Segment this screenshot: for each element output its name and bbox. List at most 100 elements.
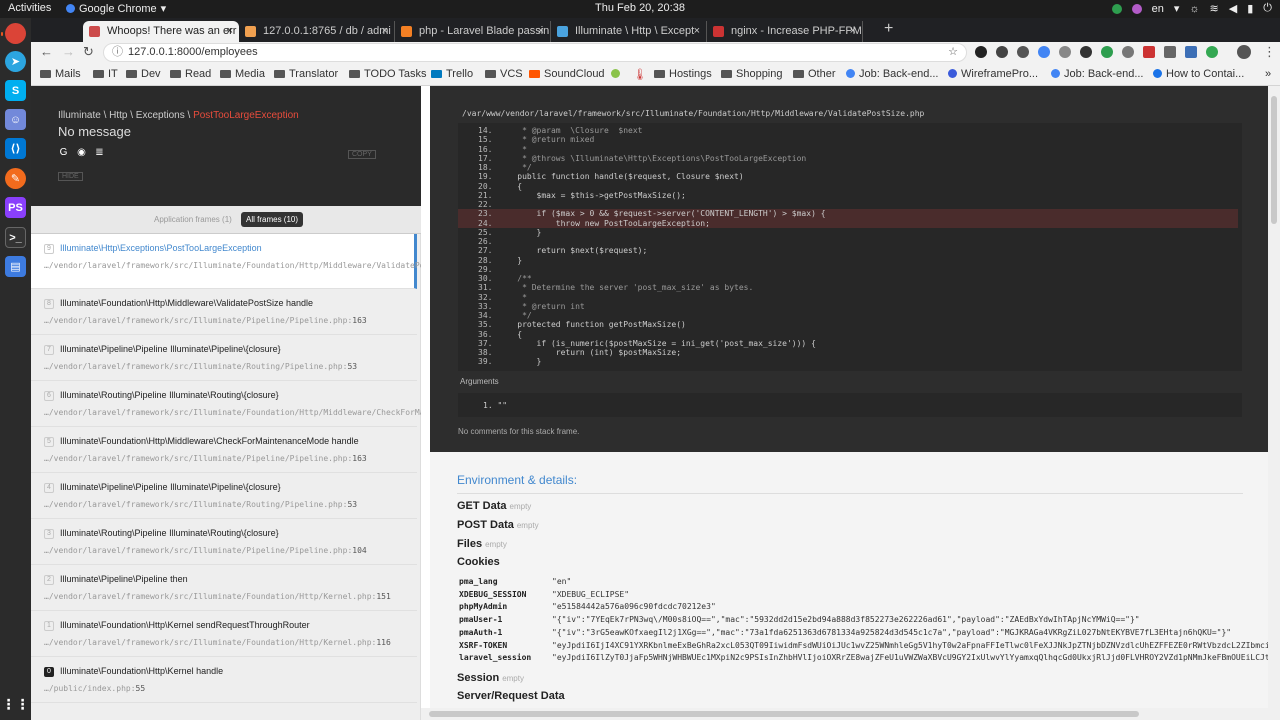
more-bookmarks-button[interactable]: » xyxy=(1265,68,1271,80)
close-icon[interactable]: × xyxy=(382,21,388,42)
reload-button[interactable]: ↻ xyxy=(83,44,94,60)
app-indicator-icon[interactable] xyxy=(1131,3,1142,14)
bookmark-media[interactable]: Media xyxy=(220,68,265,80)
show-apps-icon[interactable]: ⋮⋮ xyxy=(2,694,30,715)
terminal-icon[interactable]: >_ xyxy=(5,227,26,248)
extension-icon[interactable] xyxy=(1206,46,1218,58)
bookmark-translator[interactable]: Translator xyxy=(274,68,338,80)
back-button[interactable]: ← xyxy=(40,44,53,59)
close-icon[interactable]: × xyxy=(694,21,700,42)
avatar[interactable] xyxy=(1237,45,1251,59)
brightness-icon[interactable]: ☼ xyxy=(1189,3,1199,15)
clock[interactable]: Thu Feb 20, 20:38 xyxy=(0,2,1280,14)
translate-icon[interactable] xyxy=(1038,46,1050,58)
address-bar[interactable]: ⓘ 127.0.0.1:8000/employees ☆ xyxy=(103,43,967,62)
extension-icon[interactable] xyxy=(1080,46,1092,58)
bookmark-vcs[interactable]: VCS xyxy=(485,68,523,80)
app-menu[interactable]: Google Chrome ▾ xyxy=(66,2,166,15)
extension-icon[interactable] xyxy=(996,46,1008,58)
stack-frame[interactable]: 6 Illuminate\Routing\Pipeline Illuminate\… xyxy=(31,381,421,427)
bookmark-trello[interactable]: Trello xyxy=(431,68,473,80)
bookmark-how-to[interactable]: How to Contai... xyxy=(1153,68,1244,80)
bookmark-extra[interactable] xyxy=(611,68,624,80)
close-icon[interactable]: × xyxy=(227,21,233,42)
stack-frame[interactable]: 3 Illuminate\Routing\Pipeline Illuminate\… xyxy=(31,519,417,565)
application-frames-button[interactable]: Application frames (1) xyxy=(149,212,237,227)
bookmark-other[interactable]: Other xyxy=(793,68,836,80)
bookmark-mails[interactable]: Mails xyxy=(40,68,81,80)
activities-button[interactable]: Activities xyxy=(8,2,51,14)
forward-button[interactable]: → xyxy=(62,44,75,59)
power-icon[interactable]: ⏻ xyxy=(1263,2,1272,15)
language-indicator[interactable]: en xyxy=(1152,3,1164,15)
close-icon[interactable]: × xyxy=(538,21,544,42)
telegram-icon[interactable]: ➤ xyxy=(5,51,26,72)
volume-icon[interactable]: ◀ xyxy=(1229,2,1237,15)
duckduckgo-icon[interactable]: ◉ xyxy=(76,147,87,158)
stack-frame[interactable]: 4 Illuminate\Pipeline\Pipeline Illuminate… xyxy=(31,473,417,519)
bookmark-hostings[interactable]: Hostings xyxy=(654,68,712,80)
scrollbar-thumb[interactable] xyxy=(1271,96,1277,224)
horizontal-scrollbar[interactable] xyxy=(421,708,1268,720)
stackoverflow-icon[interactable]: ≣ xyxy=(94,147,105,158)
battery-icon[interactable]: ▮ xyxy=(1247,2,1253,15)
shield-icon[interactable] xyxy=(1111,3,1122,14)
extension-icon[interactable] xyxy=(1143,46,1155,58)
new-tab-button[interactable]: + xyxy=(884,20,893,38)
stack-frame[interactable]: 8 Illuminate\Foundation\Http\Middleware\V… xyxy=(31,289,417,335)
frame-path: …/public/index.php:55 xyxy=(44,684,146,693)
stack-frame[interactable]: 0 Illuminate\Foundation\Http\Kernel handl… xyxy=(31,657,417,703)
stack-frame[interactable]: 1 Illuminate\Foundation\Http\Kernel sendR… xyxy=(31,611,417,657)
bookmark-label: Job: Back-end... xyxy=(1064,68,1144,80)
all-frames-button[interactable]: All frames (10) xyxy=(241,212,304,227)
tab-nginx[interactable]: nginx - Increase PHP-FPM × xyxy=(707,21,863,42)
bookmark-it[interactable]: IT xyxy=(93,68,118,80)
php-extension-icon[interactable] xyxy=(1185,46,1197,58)
extension-icon[interactable] xyxy=(1059,46,1071,58)
bookmark-read[interactable]: Read xyxy=(170,68,211,80)
extension-icon[interactable] xyxy=(1164,46,1176,58)
folder-icon xyxy=(170,70,181,78)
scrollbar-thumb[interactable] xyxy=(429,711,1139,717)
vscode-icon[interactable]: ⟨⟩ xyxy=(5,138,26,159)
hide-button[interactable]: HIDE xyxy=(58,172,83,181)
wifi-icon[interactable]: ≋ xyxy=(1210,2,1219,15)
vertical-scrollbar[interactable] xyxy=(1268,86,1280,720)
bookmark-job-2[interactable]: Job: Back-end... xyxy=(1051,68,1144,80)
bookmark-shopping[interactable]: Shopping xyxy=(721,68,783,80)
stack-frame[interactable]: 9 Illuminate\Http\Exceptions\PostTooLarge… xyxy=(31,234,421,289)
menu-icon[interactable]: ⋮ xyxy=(1263,44,1276,60)
extension-icon[interactable] xyxy=(1017,46,1029,58)
tab-stackoverflow[interactable]: php - Laravel Blade passin × xyxy=(395,21,551,42)
close-icon[interactable]: × xyxy=(850,21,856,42)
frame-line: 55 xyxy=(135,684,146,693)
chrome-icon xyxy=(66,4,75,13)
skype-icon[interactable]: S xyxy=(5,80,26,101)
info-icon[interactable]: ⓘ xyxy=(112,44,123,61)
bookmark-todo-tasks[interactable]: TODO Tasks xyxy=(349,68,427,80)
stack-frame[interactable]: 2 Illuminate\Pipeline\Pipeline then …/vend… xyxy=(31,565,417,611)
bookmark-star-icon[interactable]: ☆ xyxy=(948,44,958,61)
bookmark-label: Hostings xyxy=(669,68,712,80)
bookmark-soundcloud[interactable]: SoundCloud xyxy=(529,68,605,80)
extension-icon[interactable] xyxy=(1101,46,1113,58)
copy-button[interactable]: COPY xyxy=(348,150,376,159)
stack-frame[interactable]: 7 Illuminate\Pipeline\Pipeline Illuminate… xyxy=(31,335,417,381)
postman-icon[interactable]: ✎ xyxy=(5,168,26,189)
extension-icon[interactable] xyxy=(975,46,987,58)
extension-icon[interactable] xyxy=(1122,46,1134,58)
google-icon[interactable]: G xyxy=(58,147,69,158)
stack-frame[interactable]: 5 Illuminate\Foundation\Http\Middleware\C… xyxy=(31,427,417,473)
tab-illuminate[interactable]: Illuminate \ Http \ Except × xyxy=(551,21,707,42)
tab-whoops[interactable]: Whoops! There was an err × xyxy=(83,21,239,42)
tab-phpmyadmin[interactable]: 127.0.0.1:8765 / db / admi × xyxy=(239,21,395,42)
discord-icon[interactable]: ☺ xyxy=(5,109,26,130)
line-number: 16. xyxy=(478,144,493,154)
remmina-icon[interactable]: ▤ xyxy=(5,256,26,277)
phpstorm-icon[interactable]: PS xyxy=(5,197,26,218)
bookmark-job-1[interactable]: Job: Back-end... xyxy=(846,68,939,80)
bookmark-wireframepro[interactable]: WireframePro... xyxy=(948,68,1038,80)
bookmark-thermometer[interactable]: 🌡 xyxy=(633,68,647,81)
chrome-icon[interactable] xyxy=(5,23,26,44)
bookmark-dev[interactable]: Dev xyxy=(126,68,161,80)
